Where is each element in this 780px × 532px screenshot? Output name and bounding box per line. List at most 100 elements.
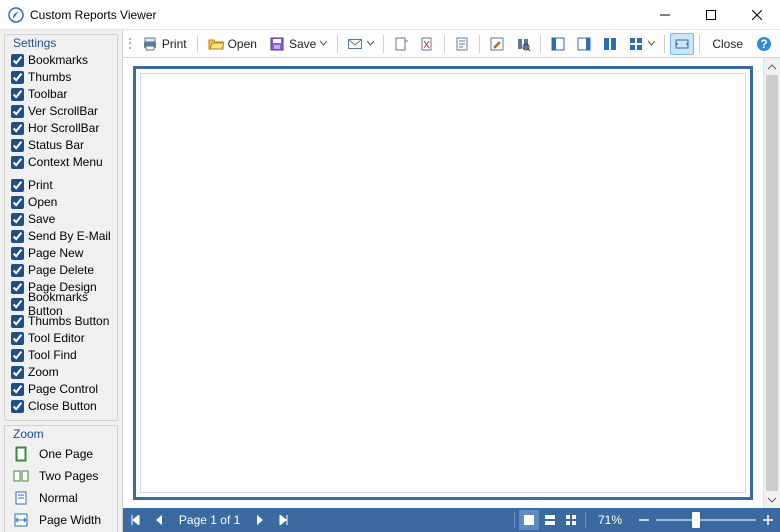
save-icon xyxy=(269,36,285,52)
setting-label: Ver ScrollBar xyxy=(28,104,98,118)
first-page-button[interactable] xyxy=(123,508,147,532)
scroll-track[interactable] xyxy=(764,75,780,491)
setting-row[interactable]: Hor ScrollBar xyxy=(11,120,111,136)
setting-checkbox[interactable] xyxy=(11,213,24,226)
thumbs-button[interactable] xyxy=(572,33,596,55)
tool-editor-button[interactable] xyxy=(485,33,509,55)
next-page-button[interactable] xyxy=(248,508,272,532)
viewmode-single-button[interactable] xyxy=(519,510,539,530)
setting-checkbox[interactable] xyxy=(11,179,24,192)
setting-row[interactable]: Thumbs xyxy=(11,69,111,85)
zoom-onepage-button[interactable] xyxy=(598,33,622,55)
setting-checkbox[interactable] xyxy=(11,54,24,67)
setting-checkbox[interactable] xyxy=(11,230,24,243)
tool-find-button[interactable] xyxy=(511,33,535,55)
setting-row[interactable]: Bookmarks Button xyxy=(11,296,111,312)
zoom-in-button[interactable] xyxy=(756,508,780,532)
setting-row[interactable]: Thumbs Button xyxy=(11,313,111,329)
setting-checkbox[interactable] xyxy=(11,247,24,260)
print-button[interactable]: Print xyxy=(137,33,192,55)
zoom-twopage-button[interactable] xyxy=(624,33,659,55)
setting-checkbox[interactable] xyxy=(11,264,24,277)
minimize-button[interactable] xyxy=(642,0,688,30)
setting-row[interactable]: Close Button xyxy=(11,398,111,414)
setting-row[interactable]: Context Menu xyxy=(11,154,111,170)
setting-row[interactable]: Save xyxy=(11,211,111,227)
help-button[interactable]: ? xyxy=(752,33,776,55)
chevron-down-icon xyxy=(367,40,374,47)
setting-checkbox[interactable] xyxy=(11,400,24,413)
setting-checkbox[interactable] xyxy=(11,88,24,101)
setting-row[interactable]: Page Control xyxy=(11,381,111,397)
page-design-icon xyxy=(454,36,470,52)
zoom-slider[interactable] xyxy=(656,508,756,532)
setting-checkbox[interactable] xyxy=(11,156,24,169)
setting-checkbox[interactable] xyxy=(11,105,24,118)
setting-label: Tool Editor xyxy=(28,331,85,345)
zoom-pagewidth-button[interactable] xyxy=(670,33,694,55)
setting-checkbox[interactable] xyxy=(11,366,24,379)
setting-row[interactable]: Page Delete xyxy=(11,262,111,278)
window-title: Custom Reports Viewer xyxy=(30,8,157,22)
viewmode-continuous-button[interactable] xyxy=(540,510,560,530)
setting-checkbox[interactable] xyxy=(11,196,24,209)
close-button[interactable]: Close xyxy=(707,33,748,55)
page-preview[interactable] xyxy=(133,66,753,500)
setting-label: Page Delete xyxy=(28,263,94,277)
setting-row[interactable]: Zoom xyxy=(11,364,111,380)
zoom-option[interactable]: Page Width xyxy=(11,510,111,530)
page-indicator: Page 1 of 1 xyxy=(171,513,248,527)
setting-checkbox[interactable] xyxy=(11,349,24,362)
setting-row[interactable]: Status Bar xyxy=(11,137,111,153)
last-page-button[interactable] xyxy=(272,508,296,532)
setting-checkbox[interactable] xyxy=(11,298,24,311)
open-button[interactable]: Open xyxy=(203,33,262,55)
setting-label: Thumbs Button xyxy=(28,314,109,328)
scroll-down-icon[interactable] xyxy=(764,491,780,508)
edit-icon xyxy=(489,36,505,52)
page-new-button[interactable] xyxy=(389,33,413,55)
scroll-thumb[interactable] xyxy=(766,75,778,491)
zoom-slider-handle[interactable] xyxy=(692,512,700,528)
setting-row[interactable]: Toolbar xyxy=(11,86,111,102)
scroll-up-icon[interactable] xyxy=(764,58,780,75)
setting-label: Context Menu xyxy=(28,155,103,169)
setting-row[interactable]: Tool Find xyxy=(11,347,111,363)
setting-checkbox[interactable] xyxy=(11,71,24,84)
toolbar-grip[interactable] xyxy=(127,35,133,53)
save-button[interactable]: Save xyxy=(264,33,332,55)
setting-row[interactable]: Print xyxy=(11,177,111,193)
setting-row[interactable]: Ver ScrollBar xyxy=(11,103,111,119)
setting-row[interactable]: Open xyxy=(11,194,111,210)
print-icon xyxy=(142,36,158,52)
setting-row[interactable]: Page New xyxy=(11,245,111,261)
one-page-sm-icon xyxy=(602,36,618,52)
setting-checkbox[interactable] xyxy=(11,281,24,294)
zoom-option[interactable]: One Page xyxy=(11,444,111,464)
zoom-option[interactable]: Two Pages xyxy=(11,466,111,486)
zoom-option[interactable]: Normal xyxy=(11,488,111,508)
setting-checkbox[interactable] xyxy=(11,383,24,396)
viewmode-multi-button[interactable] xyxy=(561,510,581,530)
setting-checkbox[interactable] xyxy=(11,315,24,328)
toolbar: Print Open Save xyxy=(123,30,780,58)
setting-checkbox[interactable] xyxy=(11,332,24,345)
setting-label: Thumbs xyxy=(28,70,71,84)
maximize-button[interactable] xyxy=(688,0,734,30)
mail-icon xyxy=(347,36,363,52)
setting-checkbox[interactable] xyxy=(11,122,24,135)
page-design-button[interactable] xyxy=(450,33,474,55)
send-mail-button[interactable] xyxy=(343,33,378,55)
prev-page-button[interactable] xyxy=(147,508,171,532)
vertical-scrollbar[interactable] xyxy=(763,58,780,508)
setting-row[interactable]: Tool Editor xyxy=(11,330,111,346)
bookmarks-button[interactable] xyxy=(546,33,570,55)
setting-row[interactable]: Send By E-Mail xyxy=(11,228,111,244)
page-delete-button[interactable] xyxy=(415,33,439,55)
setting-row[interactable]: Bookmarks xyxy=(11,52,111,68)
close-window-button[interactable] xyxy=(734,0,780,30)
page-width-sm-icon xyxy=(674,36,690,52)
settings-sidebar: Settings BookmarksThumbsToolbarVer Scrol… xyxy=(0,30,123,532)
zoom-out-button[interactable] xyxy=(632,508,656,532)
setting-checkbox[interactable] xyxy=(11,139,24,152)
